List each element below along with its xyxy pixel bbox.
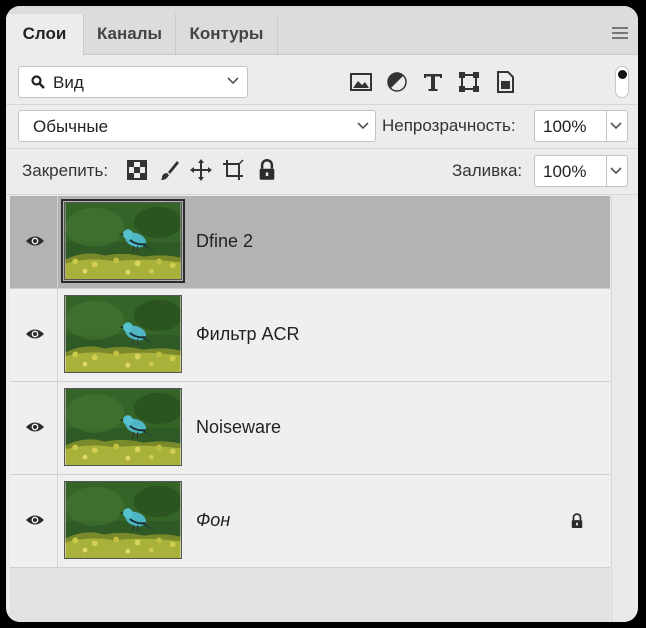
divider	[6, 148, 638, 149]
eye-icon[interactable]	[25, 420, 45, 434]
chevron-down-icon	[357, 122, 369, 130]
fill-value: 100%	[543, 162, 587, 181]
layer-name[interactable]: Фильтр ACR	[196, 324, 299, 345]
tab-layers[interactable]: Слои	[6, 14, 84, 55]
layer-name[interactable]: Dfine 2	[196, 231, 253, 252]
lock-image-icon[interactable]	[158, 159, 180, 181]
adjustment-filter-icon[interactable]	[384, 69, 410, 95]
layer-filter-dropdown[interactable]: Вид	[18, 66, 248, 98]
fill-label: Заливка:	[452, 161, 523, 180]
divider	[6, 104, 638, 105]
filter-toggle-switch[interactable]	[615, 66, 629, 98]
tab-channels[interactable]: Каналы	[84, 14, 176, 54]
toggle-knob	[618, 70, 627, 79]
layer-thumbnail[interactable]	[61, 199, 185, 283]
layer-row[interactable]: Фон	[10, 475, 610, 568]
layer-row[interactable]: Noiseware	[10, 382, 610, 475]
chevron-down-icon[interactable]	[610, 122, 622, 130]
chevron-down-icon[interactable]	[610, 167, 622, 175]
divider	[6, 194, 638, 195]
blend-mode-value: Обычные	[33, 117, 109, 136]
panel-menu-icon[interactable]	[612, 27, 628, 41]
layers-list: Dfine 2 Фильтр ACR Noiseware Фон	[10, 196, 610, 622]
opacity-label: Непрозрачность:	[382, 116, 516, 135]
layer-name[interactable]: Noiseware	[196, 417, 281, 438]
visibility-toggle[interactable]	[10, 475, 58, 567]
eye-icon[interactable]	[25, 327, 45, 341]
lock-label: Закрепить:	[22, 161, 109, 180]
lock-transparency-icon[interactable]	[126, 159, 148, 181]
filter-kind-label: Вид	[53, 73, 84, 92]
fill-field[interactable]: 100%	[534, 155, 628, 187]
layer-thumbnail[interactable]	[64, 388, 182, 466]
shape-filter-icon[interactable]	[456, 69, 482, 95]
eye-icon[interactable]	[25, 234, 45, 248]
search-icon	[31, 75, 45, 89]
blend-mode-dropdown[interactable]: Обычные	[18, 110, 376, 142]
type-filter-icon[interactable]	[420, 69, 446, 95]
lock-all-icon[interactable]	[256, 159, 278, 181]
opacity-value: 100%	[543, 117, 587, 136]
layers-panel: Слои Каналы Контуры Вид Обычные Непрозра…	[6, 6, 638, 622]
visibility-toggle[interactable]	[10, 289, 58, 381]
eye-icon[interactable]	[25, 513, 45, 527]
layer-thumbnail[interactable]	[64, 295, 182, 373]
visibility-toggle[interactable]	[10, 196, 58, 288]
divider	[606, 111, 607, 141]
tab-paths[interactable]: Контуры	[176, 14, 278, 54]
layer-row[interactable]: Dfine 2	[10, 196, 610, 289]
layer-name[interactable]: Фон	[196, 510, 230, 531]
smart-object-filter-icon[interactable]	[492, 69, 518, 95]
layers-scrollbar[interactable]	[611, 196, 633, 622]
panel-tab-bar: Слои Каналы Контуры	[6, 6, 638, 55]
lock-artboard-icon[interactable]	[222, 159, 244, 181]
visibility-toggle[interactable]	[10, 382, 58, 474]
image-filter-icon[interactable]	[348, 69, 374, 95]
layer-lock-icon[interactable]	[570, 513, 584, 529]
layer-thumbnail[interactable]	[64, 481, 182, 559]
divider	[606, 156, 607, 186]
lock-position-icon[interactable]	[190, 159, 212, 181]
chevron-down-icon	[227, 77, 239, 85]
opacity-field[interactable]: 100%	[534, 110, 628, 142]
layer-row[interactable]: Фильтр ACR	[10, 289, 610, 382]
